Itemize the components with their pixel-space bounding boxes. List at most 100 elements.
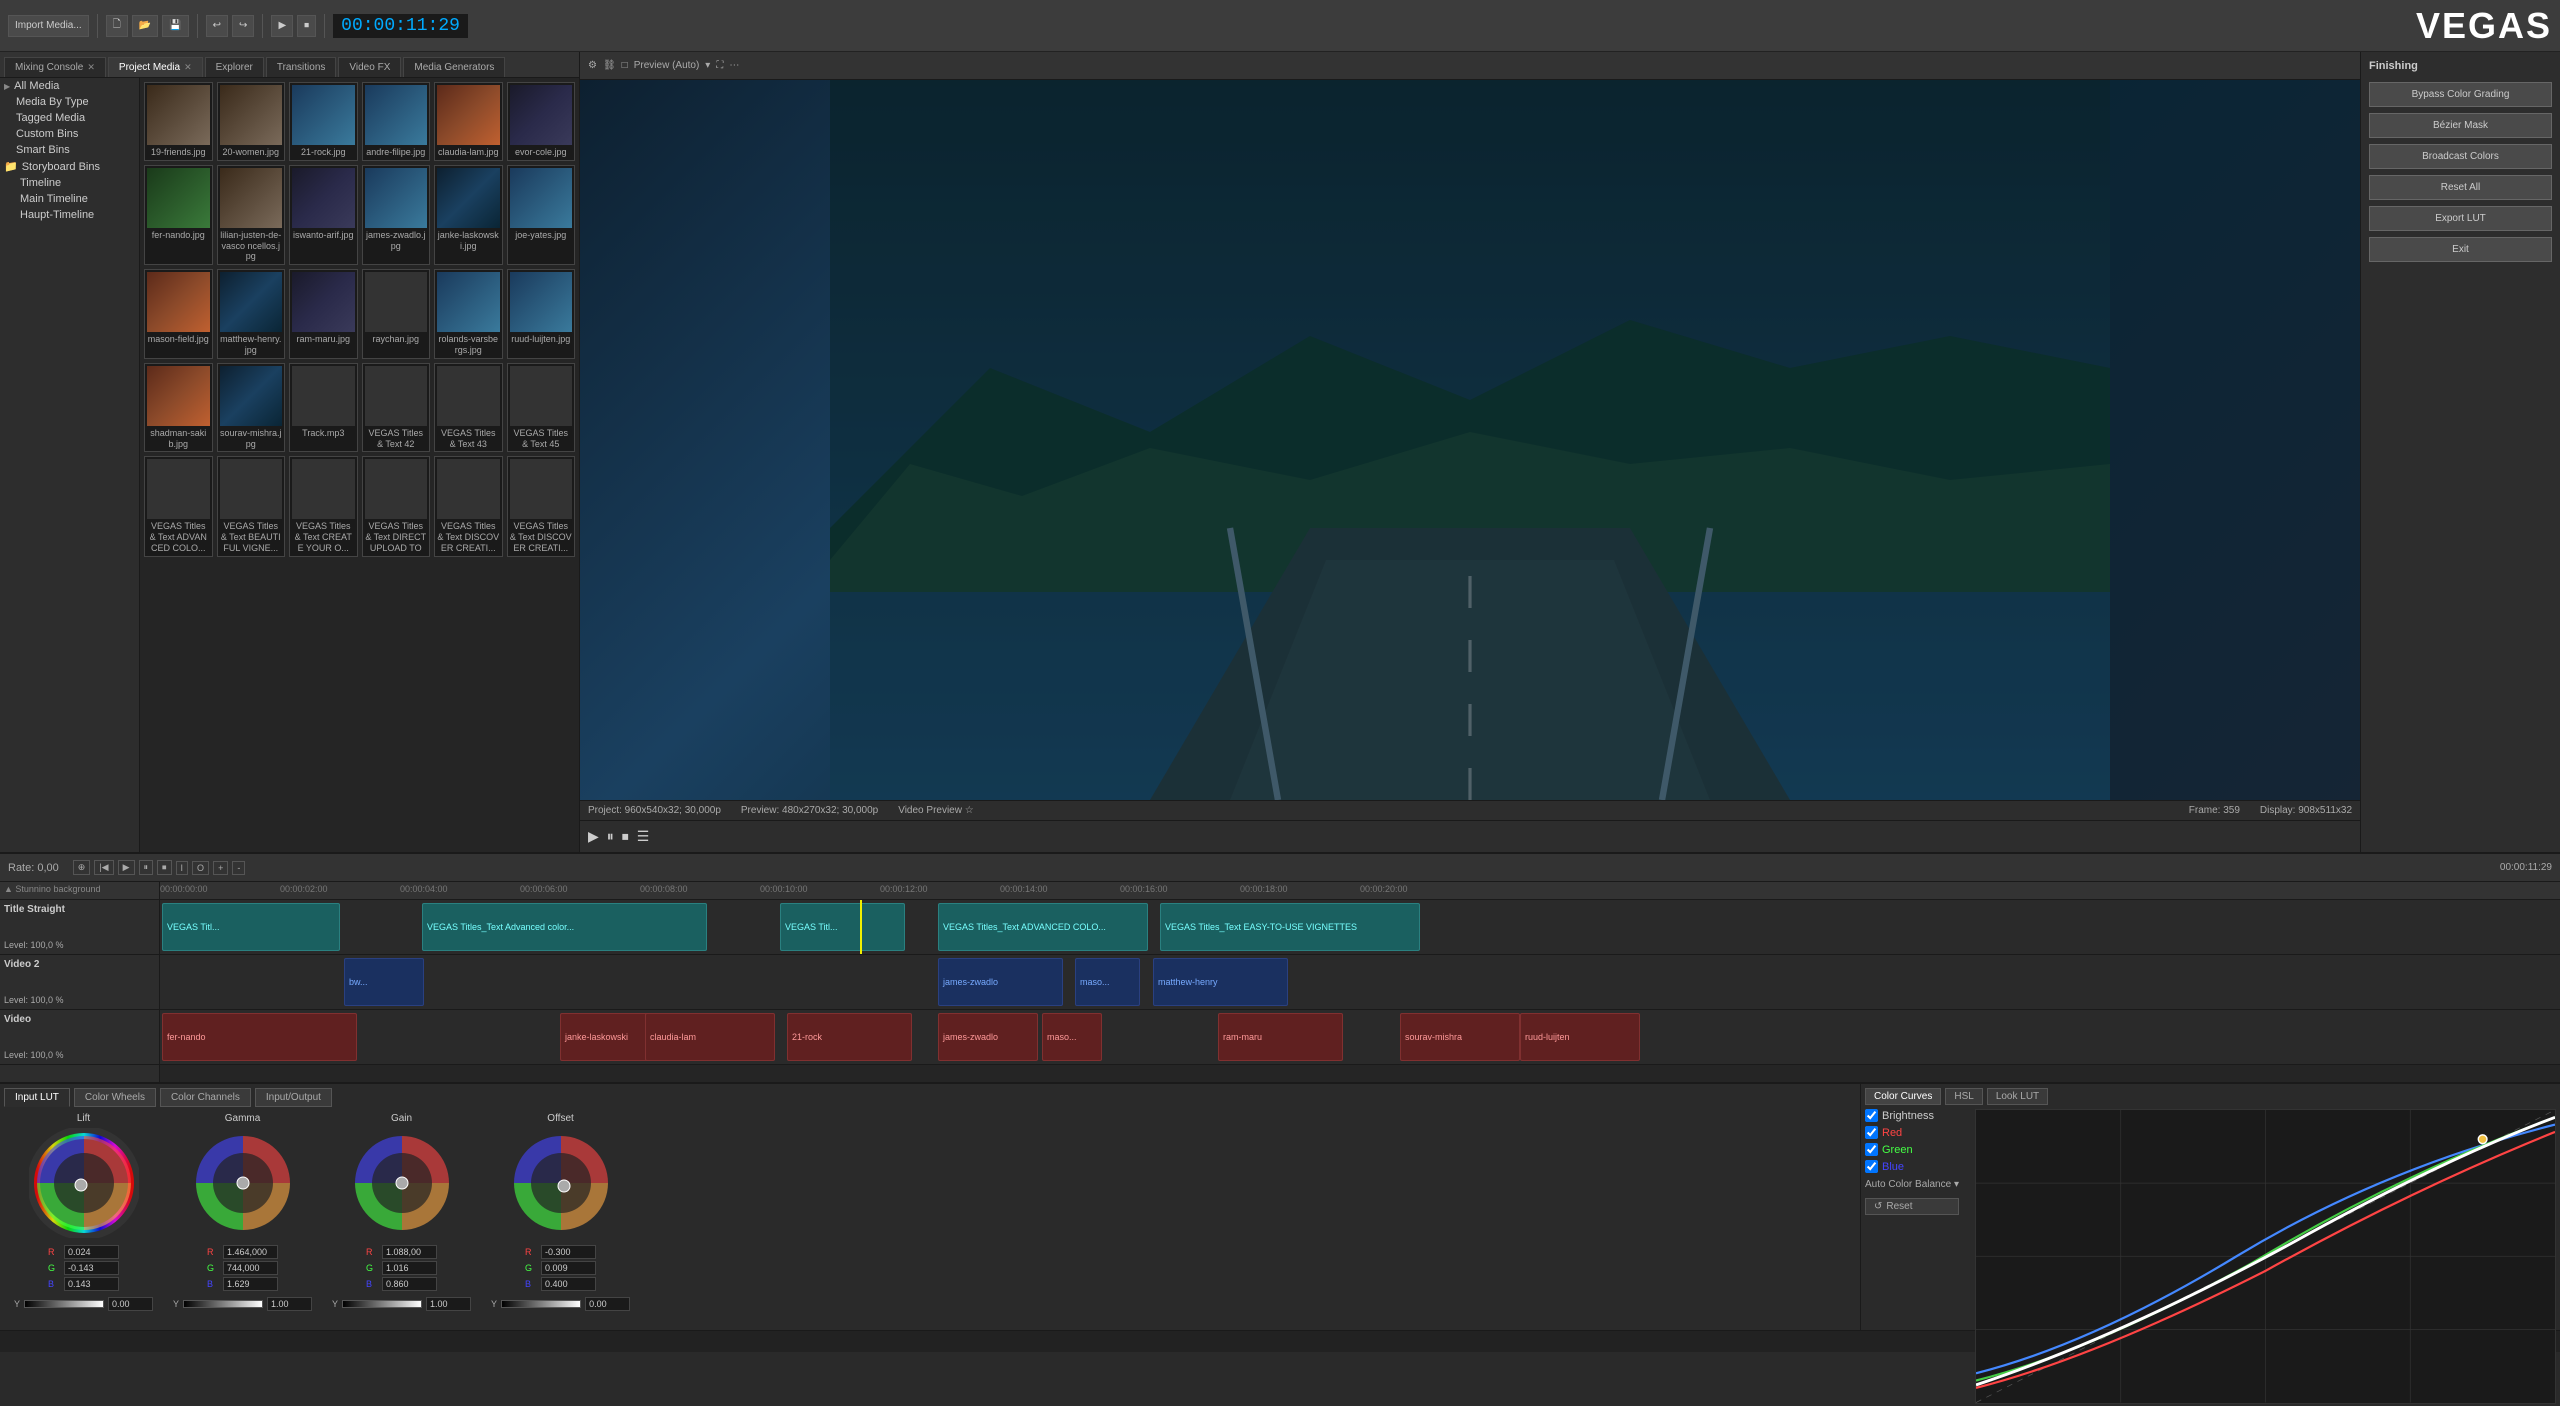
offset-handle[interactable] (558, 1180, 570, 1192)
media-item-3[interactable]: andre-filipe.jpg (362, 82, 431, 161)
mixing-console-close[interactable]: ✕ (87, 62, 95, 73)
offset-wheel[interactable] (506, 1128, 616, 1241)
lift-b-input[interactable] (64, 1277, 119, 1291)
media-item-11[interactable]: joe-yates.jpg (507, 165, 576, 265)
play-button[interactable]: ▶ (271, 15, 293, 37)
timeline-zoom-out[interactable]: - (232, 861, 245, 875)
media-item-15[interactable]: raychan.jpg (362, 269, 431, 359)
tree-haupt-timeline[interactable]: Haupt-Timeline (0, 207, 139, 223)
save-button[interactable]: 💾 (162, 15, 188, 37)
clip-2-5[interactable]: maso... (1042, 1013, 1102, 1061)
offset-y-slider[interactable] (501, 1300, 581, 1308)
tree-smart-bins[interactable]: Smart Bins (0, 142, 139, 158)
brightness-checkbox[interactable] (1865, 1109, 1878, 1122)
lift-handle[interactable] (75, 1179, 87, 1191)
timeline-snap-button[interactable]: ⊕ (73, 860, 91, 875)
curves-tab-hsl[interactable]: HSL (1945, 1088, 1982, 1105)
preview-settings-button[interactable]: ⚙ (588, 60, 597, 71)
gain-y-value[interactable] (426, 1297, 471, 1311)
clip-0-1[interactable]: VEGAS Titles_Text Advanced color... (422, 903, 707, 951)
preview-quality-button[interactable]: ▾ (705, 60, 710, 71)
media-item-2[interactable]: 21-rock.jpg (289, 82, 358, 161)
timeline-mark-in[interactable]: I (176, 861, 189, 875)
stop-all-button[interactable]: ⏹ (622, 828, 629, 845)
new-project-button[interactable]: 🗋 (106, 15, 128, 37)
gain-wheel[interactable] (347, 1128, 457, 1241)
media-item-0[interactable]: 19-friends.jpg (144, 82, 213, 161)
open-button[interactable]: 📂 (132, 15, 158, 37)
stop-button[interactable]: ⏹ (297, 15, 316, 37)
timeline-play-from-start[interactable]: |◀ (94, 860, 113, 875)
media-item-25[interactable]: VEGAS Titles & Text BEAUTIFUL VIGNE... (217, 456, 286, 556)
loop-button[interactable]: ☰ (637, 828, 650, 845)
clip-0-3[interactable]: VEGAS Titles_Text ADVANCED COLO... (938, 903, 1148, 951)
media-item-29[interactable]: VEGAS Titles & Text DISCOVER CREATI... (507, 456, 576, 556)
media-item-27[interactable]: VEGAS Titles & Text DIRECT UPLOAD TO (362, 456, 431, 556)
import-media-button[interactable]: Import Media... (8, 15, 89, 37)
gamma-y-value[interactable] (267, 1297, 312, 1311)
offset-b-input[interactable] (541, 1277, 596, 1291)
offset-r-input[interactable] (541, 1245, 596, 1259)
clip-2-7[interactable]: sourav-mishra (1400, 1013, 1520, 1061)
curves-tab-color-curves[interactable]: Color Curves (1865, 1088, 1941, 1105)
media-item-8[interactable]: iswanto-arif.jpg (289, 165, 358, 265)
gamma-r-input[interactable] (223, 1245, 278, 1259)
gain-g-input[interactable] (382, 1261, 437, 1275)
clip-0-0[interactable]: VEGAS Titl... (162, 903, 340, 951)
media-item-28[interactable]: VEGAS Titles & Text DISCOVER CREATI... (434, 456, 503, 556)
curves-chart[interactable] (1975, 1109, 2556, 1404)
tab-mixing-console[interactable]: Mixing Console ✕ (4, 57, 106, 77)
media-item-18[interactable]: shadman-sakib.jpg (144, 363, 213, 453)
media-item-23[interactable]: VEGAS Titles & Text 45 (507, 363, 576, 453)
color-tab-color-wheels[interactable]: Color Wheels (74, 1088, 156, 1107)
timeline-stop-button[interactable]: ⏹ (157, 860, 172, 875)
media-item-16[interactable]: rolands-varsbergs.jpg (434, 269, 503, 359)
redo-button[interactable]: ↪ (232, 15, 254, 37)
clip-1-2[interactable]: maso... (1075, 958, 1140, 1006)
auto-color-balance-button[interactable]: Auto Color Balance ▾ (1865, 1179, 1959, 1190)
clip-2-3[interactable]: 21-rock (787, 1013, 912, 1061)
media-item-24[interactable]: VEGAS Titles & Text ADVANCED COLO... (144, 456, 213, 556)
media-item-1[interactable]: 20-women.jpg (217, 82, 286, 161)
preview-snap-button[interactable]: □ (622, 60, 628, 71)
tab-project-media[interactable]: Project Media ✕ (108, 57, 203, 77)
clip-2-8[interactable]: ruud-luijten (1520, 1013, 1640, 1061)
tab-video-fx[interactable]: Video FX (338, 57, 401, 77)
reset-all-button[interactable]: Reset All (2369, 175, 2552, 200)
gamma-wheel[interactable] (188, 1128, 298, 1241)
media-item-4[interactable]: claudia-lam.jpg (434, 82, 503, 161)
media-item-14[interactable]: ram-maru.jpg (289, 269, 358, 359)
media-item-19[interactable]: sourav-mishra.jpg (217, 363, 286, 453)
exit-button[interactable]: Exit (2369, 237, 2552, 262)
clip-0-2[interactable]: VEGAS Titl... (780, 903, 905, 951)
lift-wheel[interactable] (29, 1128, 139, 1241)
gamma-g-input[interactable] (223, 1261, 278, 1275)
timeline-pause-button[interactable]: ⏸ (139, 860, 154, 875)
clip-2-6[interactable]: ram-maru (1218, 1013, 1343, 1061)
offset-g-input[interactable] (541, 1261, 596, 1275)
media-item-9[interactable]: james-zwadlo.jpg (362, 165, 431, 265)
clip-2-2[interactable]: claudia-lam (645, 1013, 775, 1061)
blue-checkbox[interactable] (1865, 1160, 1878, 1173)
tree-media-by-type[interactable]: Media By Type (0, 94, 139, 110)
video-preview-label[interactable]: Video Preview ☆ (898, 805, 973, 816)
gain-handle[interactable] (396, 1177, 408, 1189)
project-media-close[interactable]: ✕ (184, 62, 192, 73)
tree-main-timeline[interactable]: Main Timeline (0, 191, 139, 207)
gamma-y-slider[interactable] (183, 1300, 263, 1308)
media-item-5[interactable]: evor-cole.jpg (507, 82, 576, 161)
clip-1-0[interactable]: bw... (344, 958, 424, 1006)
clip-1-3[interactable]: matthew-henry (1153, 958, 1288, 1006)
tree-all-media[interactable]: ▶ All Media (0, 78, 139, 94)
tree-storyboard-bins[interactable]: 📁 Storyboard Bins (0, 158, 139, 175)
media-item-10[interactable]: janke-laskowski.jpg (434, 165, 503, 265)
preview-fullscreen-button[interactable]: ⛶ (716, 60, 723, 71)
color-tab-input-output[interactable]: Input/Output (255, 1088, 332, 1107)
tab-transitions[interactable]: Transitions (266, 57, 337, 77)
tab-media-generators[interactable]: Media Generators (403, 57, 505, 77)
gamma-handle[interactable] (237, 1177, 249, 1189)
preview-more-button[interactable]: ⋯ (729, 60, 739, 71)
media-item-6[interactable]: fer-nando.jpg (144, 165, 213, 265)
clip-2-4[interactable]: james-zwadlo (938, 1013, 1038, 1061)
gain-r-input[interactable] (382, 1245, 437, 1259)
